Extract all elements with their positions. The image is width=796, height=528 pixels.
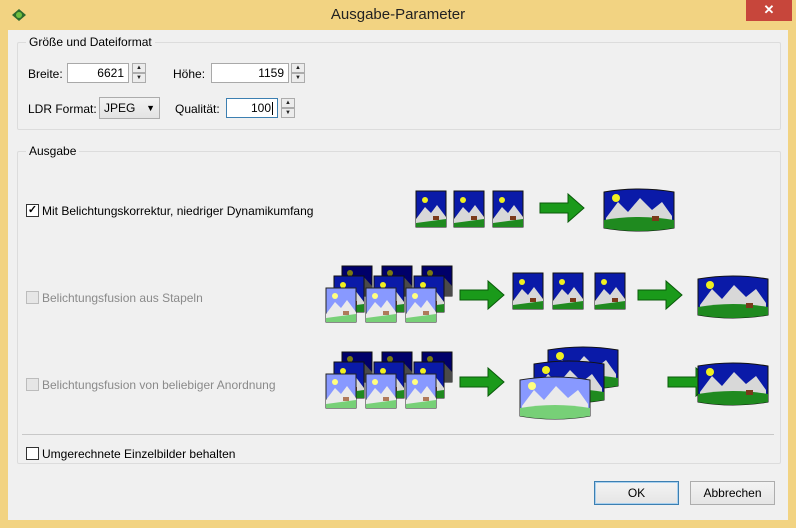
row3-source-stacks [325, 351, 453, 409]
row3-fused-panorama-stack [519, 346, 619, 420]
window-title: Ausgabe-Parameter [330, 6, 466, 23]
row3-arrow-icon [459, 367, 505, 397]
ok-button[interactable]: OK [594, 481, 679, 505]
row1-source-images [415, 190, 524, 228]
row2-fused-images [512, 272, 626, 310]
close-button[interactable]: ✕ [746, 0, 792, 21]
row2-result-panorama [697, 275, 769, 319]
cancel-button[interactable]: Abbrechen [690, 481, 775, 505]
title-bar[interactable]: Ausgabe-Parameter ✕ [0, 0, 796, 30]
row1-arrow-icon [539, 193, 585, 223]
row1-result-panorama [603, 188, 675, 232]
keep-intermediate-checkbox[interactable] [26, 447, 39, 460]
row2-source-stacks [325, 265, 453, 323]
output-diagrams [325, 188, 769, 420]
row3-result-panorama [697, 362, 769, 406]
row2-arrow-icon [459, 280, 505, 310]
output-separator [22, 434, 774, 435]
keep-intermediate-label[interactable]: Umgerechnete Einzelbilder behalten [42, 447, 235, 461]
dialog-client: Größe und Dateiformat Breite: 6621 ▲ ▼ H… [8, 30, 788, 520]
row2-second-arrow-icon [637, 280, 683, 310]
dialog-window: Ausgabe-Parameter ✕ Größe und Dateiforma… [0, 0, 796, 528]
